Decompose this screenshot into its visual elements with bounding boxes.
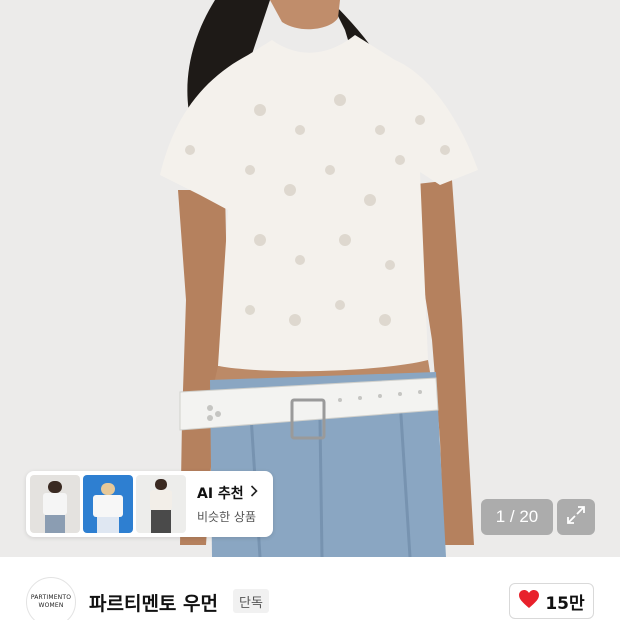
- expand-button[interactable]: [557, 499, 595, 535]
- brand-name-link[interactable]: 파르티멘토 우먼: [89, 589, 218, 616]
- ai-recommend-subtitle: 비슷한 상품: [197, 510, 257, 524]
- like-button[interactable]: 15만: [509, 583, 594, 619]
- brand-logo-line2: WOMEN: [38, 602, 64, 609]
- chevron-right-icon: [250, 485, 258, 501]
- exclusive-badge: 단독: [233, 589, 269, 613]
- brand-logo[interactable]: PARTIMENTO WOMEN: [26, 577, 76, 620]
- brand-row: PARTIMENTO WOMEN 파르티멘토 우먼 단독 15만: [0, 557, 620, 620]
- heart-icon: [518, 589, 540, 613]
- ai-recommend-title-label: AI 추천: [197, 486, 244, 502]
- recommend-thumb-2: [83, 475, 133, 533]
- expand-icon: [565, 504, 587, 530]
- ai-recommend-text: AI 추천 비슷한 상품: [197, 483, 258, 525]
- ai-recommend-card[interactable]: AI 추천 비슷한 상품: [26, 471, 273, 537]
- image-counter: 1 / 20: [481, 499, 553, 535]
- recommend-thumb-1: [30, 475, 80, 533]
- ai-recommend-title: AI 추천: [197, 483, 258, 503]
- like-count: 15만: [545, 593, 585, 614]
- recommend-thumb-3: [136, 475, 186, 533]
- brand-logo-line1: PARTIMENTO: [30, 594, 72, 601]
- product-image-gallery[interactable]: AI 추천 비슷한 상품 1 / 20: [0, 0, 620, 557]
